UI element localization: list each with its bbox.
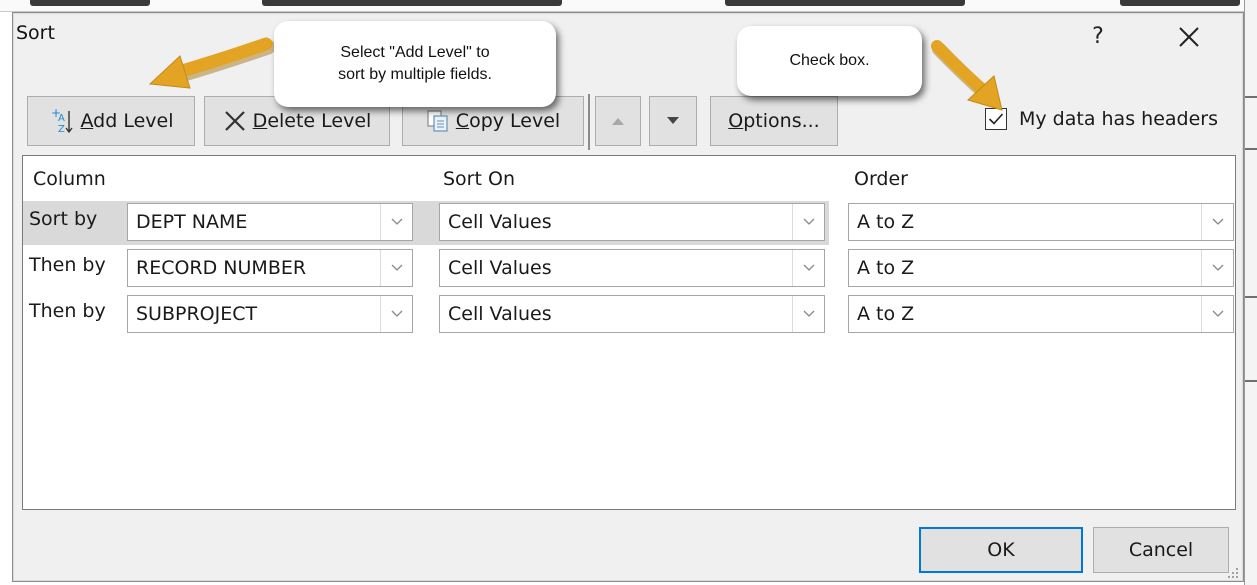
close-icon <box>1179 27 1199 47</box>
sort-on-select-value: Cell Values <box>448 257 552 279</box>
sheet-gridline <box>1245 296 1257 298</box>
options-accel: O <box>728 110 744 132</box>
sheet-text-fragment <box>725 0 965 6</box>
sheet-text-fragment <box>262 0 562 6</box>
column-select-value: DEPT NAME <box>136 211 248 233</box>
spreadsheet-edge <box>1244 0 1257 585</box>
move-down-button[interactable] <box>649 96 697 146</box>
column-select-row-3[interactable]: SUBPROJECT <box>127 295 413 333</box>
options-label: Options... <box>728 110 819 132</box>
checkmark-icon <box>988 113 1004 125</box>
cancel-button[interactable]: Cancel <box>1093 527 1229 573</box>
delete-level-accel: D <box>252 110 268 132</box>
order-header: Order <box>854 168 908 190</box>
add-level-callout: Select "Add Level" to sort by multiple f… <box>274 21 556 107</box>
sheet-gridline <box>1245 148 1257 150</box>
row-label-then-by: Then by <box>29 300 106 322</box>
sheet-gridline <box>1245 380 1257 382</box>
headers-label-end: eaders <box>1153 108 1218 130</box>
options-button[interactable]: Options... <box>710 96 838 146</box>
move-down-icon <box>667 117 679 124</box>
chevron-down-icon[interactable] <box>380 296 412 332</box>
headers-checkbox-row[interactable]: My data has headers <box>985 108 1218 130</box>
move-up-icon <box>612 118 624 125</box>
order-select-row-2[interactable]: A to Z <box>848 249 1234 287</box>
delete-level-text: elete Level <box>267 110 372 132</box>
add-level-accel: A <box>80 110 94 132</box>
add-level-label: Add Level <box>81 110 174 132</box>
column-select-value: RECORD NUMBER <box>136 257 307 279</box>
order-select-value: A to Z <box>857 257 915 279</box>
copy-level-accel: C <box>455 110 470 132</box>
sort-levels-grid: Column Sort On Order Sort by DEPT NAME C… <box>22 155 1236 510</box>
chevron-down-icon[interactable] <box>792 204 824 240</box>
order-select-row-3[interactable]: A to Z <box>848 295 1234 333</box>
row-label-sort-by: Sort by <box>29 208 98 230</box>
sort-on-select-row-3[interactable]: Cell Values <box>439 295 825 333</box>
add-level-callout-text: Select "Add Level" to sort by multiple f… <box>338 42 492 85</box>
dialog-title: Sort <box>16 22 55 44</box>
sort-on-select-row-1[interactable]: Cell Values <box>439 203 825 241</box>
callout-line: sort by multiple fields. <box>338 66 492 83</box>
sort-on-select-row-2[interactable]: Cell Values <box>439 249 825 287</box>
row-label-then-by: Then by <box>29 254 106 276</box>
toolbar-divider <box>588 94 590 150</box>
chevron-down-icon[interactable] <box>380 204 412 240</box>
copy-level-text: opy Level <box>469 110 561 132</box>
sort-on-header: Sort On <box>443 168 515 190</box>
delete-level-label: Delete Level <box>253 110 372 132</box>
close-button[interactable] <box>1172 20 1206 54</box>
headers-label-accel: h <box>1141 108 1154 130</box>
sheet-text-fragment <box>1120 0 1240 6</box>
ok-button[interactable]: OK <box>919 527 1083 573</box>
column-select-row-1[interactable]: DEPT NAME <box>127 203 413 241</box>
checkbox-callout: Check box. <box>737 26 922 96</box>
add-level-text: dd Level <box>93 110 174 132</box>
sheet-gridline <box>1245 96 1257 98</box>
headers-checkbox[interactable] <box>985 108 1007 130</box>
copy-level-label: Copy Level <box>456 110 560 132</box>
options-text: ptions... <box>743 110 820 132</box>
chevron-down-icon[interactable] <box>380 250 412 286</box>
sheet-text-fragment <box>30 0 150 6</box>
copy-level-icon <box>427 110 448 132</box>
move-up-button[interactable] <box>595 96 641 146</box>
order-select-row-1[interactable]: A to Z <box>848 203 1234 241</box>
chevron-down-icon[interactable] <box>792 250 824 286</box>
headers-checkbox-label: My data has headers <box>1019 108 1218 130</box>
svg-text:Z: Z <box>58 124 65 135</box>
add-level-button[interactable]: + A Z Add Level <box>27 96 195 146</box>
column-header: Column <box>33 168 106 190</box>
add-level-icon: + A Z <box>51 107 73 135</box>
chevron-down-icon[interactable] <box>1201 296 1233 332</box>
sort-on-select-value: Cell Values <box>448 211 552 233</box>
spreadsheet-background <box>0 0 1257 12</box>
chevron-down-icon[interactable] <box>1201 250 1233 286</box>
order-select-value: A to Z <box>857 211 915 233</box>
order-select-value: A to Z <box>857 303 915 325</box>
column-select-value: SUBPROJECT <box>136 303 258 325</box>
callout-line: Select "Add Level" to <box>340 44 490 62</box>
help-button[interactable]: ? <box>1086 24 1110 54</box>
resize-grip-icon[interactable] <box>1226 566 1240 580</box>
chevron-down-icon[interactable] <box>792 296 824 332</box>
sort-on-select-value: Cell Values <box>448 303 552 325</box>
headers-label-start: My data has <box>1019 108 1142 130</box>
delete-x-icon <box>224 111 245 131</box>
column-select-row-2[interactable]: RECORD NUMBER <box>127 249 413 287</box>
svg-text:A: A <box>58 113 65 124</box>
chevron-down-icon[interactable] <box>1201 204 1233 240</box>
